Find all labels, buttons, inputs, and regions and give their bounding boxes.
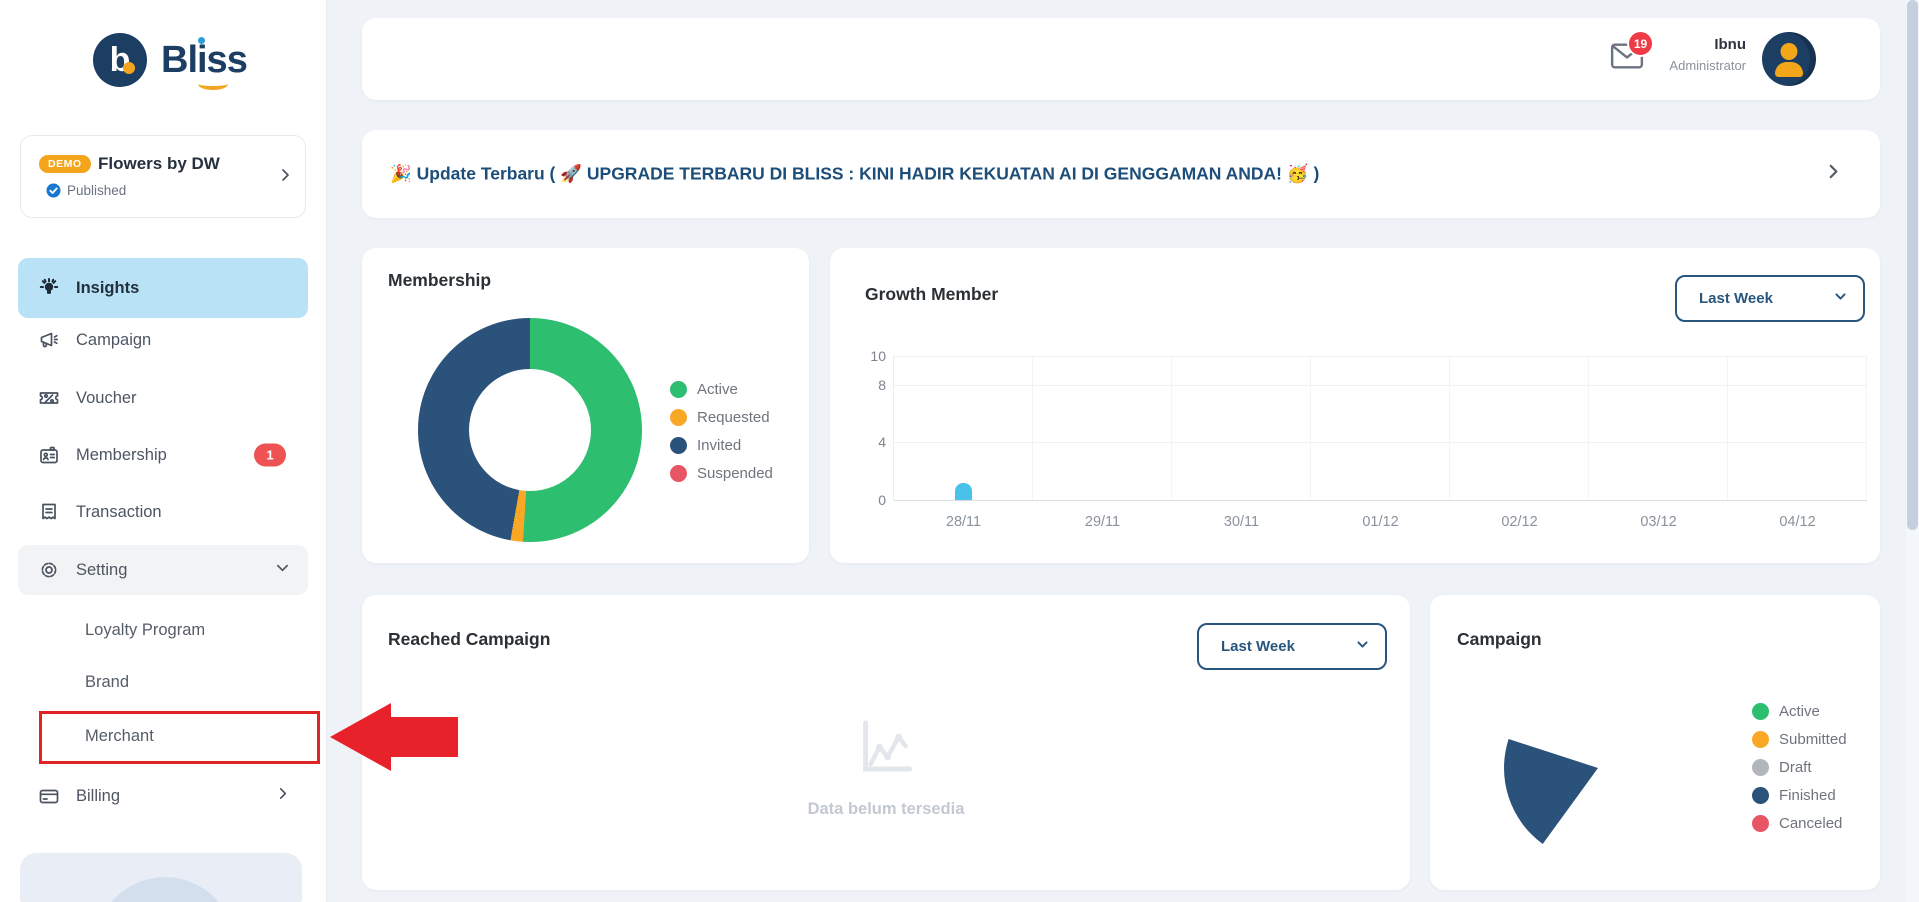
sidebar-item-transaction[interactable]: Transaction <box>18 484 308 540</box>
verified-icon <box>46 183 61 198</box>
scrollbar-thumb[interactable] <box>1907 0 1918 530</box>
update-banner-text: 🎉 Update Terbaru ( 🚀 UPGRADE TERBARU DI … <box>390 164 1319 185</box>
legend-dot-finished <box>1752 787 1769 804</box>
growth-bar-chart: 1084028/1129/1130/1101/1202/1203/1204/12 <box>893 356 1867 500</box>
legend-dot-active <box>670 381 687 398</box>
scrollbar-track[interactable] <box>1906 0 1919 902</box>
user-name: Ibnu <box>1669 36 1746 53</box>
demo-badge: DEMO <box>39 155 91 173</box>
notification-count-badge: 19 <box>1627 30 1654 57</box>
empty-state-text: Data belum tersedia <box>808 800 965 819</box>
sidebar-item-label: Insights <box>76 279 139 298</box>
chevron-right-icon[interactable] <box>277 167 293 188</box>
sidebar-item-campaign[interactable]: Campaign <box>18 312 308 368</box>
legend-dot-active <box>1752 703 1769 720</box>
update-banner[interactable]: 🎉 Update Terbaru ( 🚀 UPGRADE TERBARU DI … <box>362 130 1880 218</box>
red-arrow-annotation <box>328 700 460 774</box>
growth-member-card: Growth Member Last Week 1084028/1129/113… <box>830 248 1880 563</box>
gear-icon <box>38 559 60 581</box>
topbar: 19 Ibnu Administrator <box>362 18 1880 100</box>
chevron-down-icon <box>275 560 290 580</box>
lightbulb-icon <box>38 277 60 299</box>
sidebar-item-billing[interactable]: Billing <box>18 768 308 824</box>
sidebar-subitem-loyalty-program[interactable]: Loyalty Program <box>85 621 205 640</box>
user-role: Administrator <box>1669 58 1746 73</box>
credit-card-icon <box>38 785 60 807</box>
reached-campaign-title: Reached Campaign <box>388 629 550 650</box>
empty-chart-icon <box>850 715 922 781</box>
sidebar-item-label: Setting <box>76 561 127 580</box>
id-card-icon <box>38 444 60 466</box>
sidebar-item-label: Membership <box>76 446 167 465</box>
receipt-icon <box>38 501 60 523</box>
sidebar-item-insights[interactable]: Insights <box>18 258 308 318</box>
sidebar-item-label: Billing <box>76 787 120 806</box>
legend-dot-invited <box>670 437 687 454</box>
voucher-icon <box>38 387 60 409</box>
reached-period-dropdown[interactable]: Last Week <box>1197 623 1387 670</box>
campaign-card: Campaign Active Submitted Draft Finished… <box>1430 595 1880 890</box>
sidebar-subitem-brand[interactable]: Brand <box>85 673 129 692</box>
sidebar-promo-card <box>20 853 302 902</box>
chevron-down-icon <box>1834 290 1847 308</box>
merchant-highlight-box <box>39 711 320 764</box>
growth-period-dropdown[interactable]: Last Week <box>1675 275 1865 322</box>
bliss-logo-icon: b <box>93 33 147 87</box>
legend-dot-submitted <box>1752 731 1769 748</box>
sidebar-item-voucher[interactable]: Voucher <box>18 370 308 426</box>
workspace-card[interactable]: DEMO Flowers by DW Published <box>20 135 306 218</box>
sidebar-item-setting[interactable]: Setting <box>18 545 308 595</box>
sidebar-item-label: Voucher <box>76 389 137 408</box>
empty-state: Data belum tersedia <box>808 715 965 819</box>
workspace-name: Flowers by DW <box>98 154 220 174</box>
avatar[interactable] <box>1762 32 1816 86</box>
brand-name: Bliss <box>161 39 247 82</box>
legend-dot-suspended <box>670 465 687 482</box>
membership-donut-chart <box>418 318 642 542</box>
legend-dot-canceled <box>1752 815 1769 832</box>
sidebar-item-membership[interactable]: Membership 1 <box>18 427 308 483</box>
reached-campaign-card: Reached Campaign Last Week Data belum te… <box>362 595 1410 890</box>
bliss-logo: b Bliss <box>93 33 247 87</box>
membership-card-title: Membership <box>388 270 491 291</box>
chevron-down-icon <box>1356 638 1369 656</box>
chevron-right-icon[interactable] <box>1824 163 1842 186</box>
growth-member-title: Growth Member <box>865 284 998 305</box>
legend-dot-draft <box>1752 759 1769 776</box>
legend-dot-requested <box>670 409 687 426</box>
sidebar: b Bliss DEMO Flowers by DW Published <box>0 0 327 902</box>
chevron-right-icon <box>275 786 290 806</box>
membership-card: Membership Active Requested Invited Susp… <box>362 248 809 563</box>
notifications-button[interactable]: 19 <box>1610 42 1644 76</box>
campaign-legend: Active Submitted Draft Finished Canceled <box>1752 703 1847 843</box>
megaphone-icon <box>38 329 60 351</box>
promo-circle-decoration <box>95 877 235 902</box>
membership-count-badge: 1 <box>254 444 286 467</box>
membership-legend: Active Requested Invited Suspended <box>670 381 773 493</box>
sidebar-item-label: Campaign <box>76 331 151 350</box>
workspace-status: Published <box>67 183 126 198</box>
sidebar-item-label: Transaction <box>76 503 162 522</box>
